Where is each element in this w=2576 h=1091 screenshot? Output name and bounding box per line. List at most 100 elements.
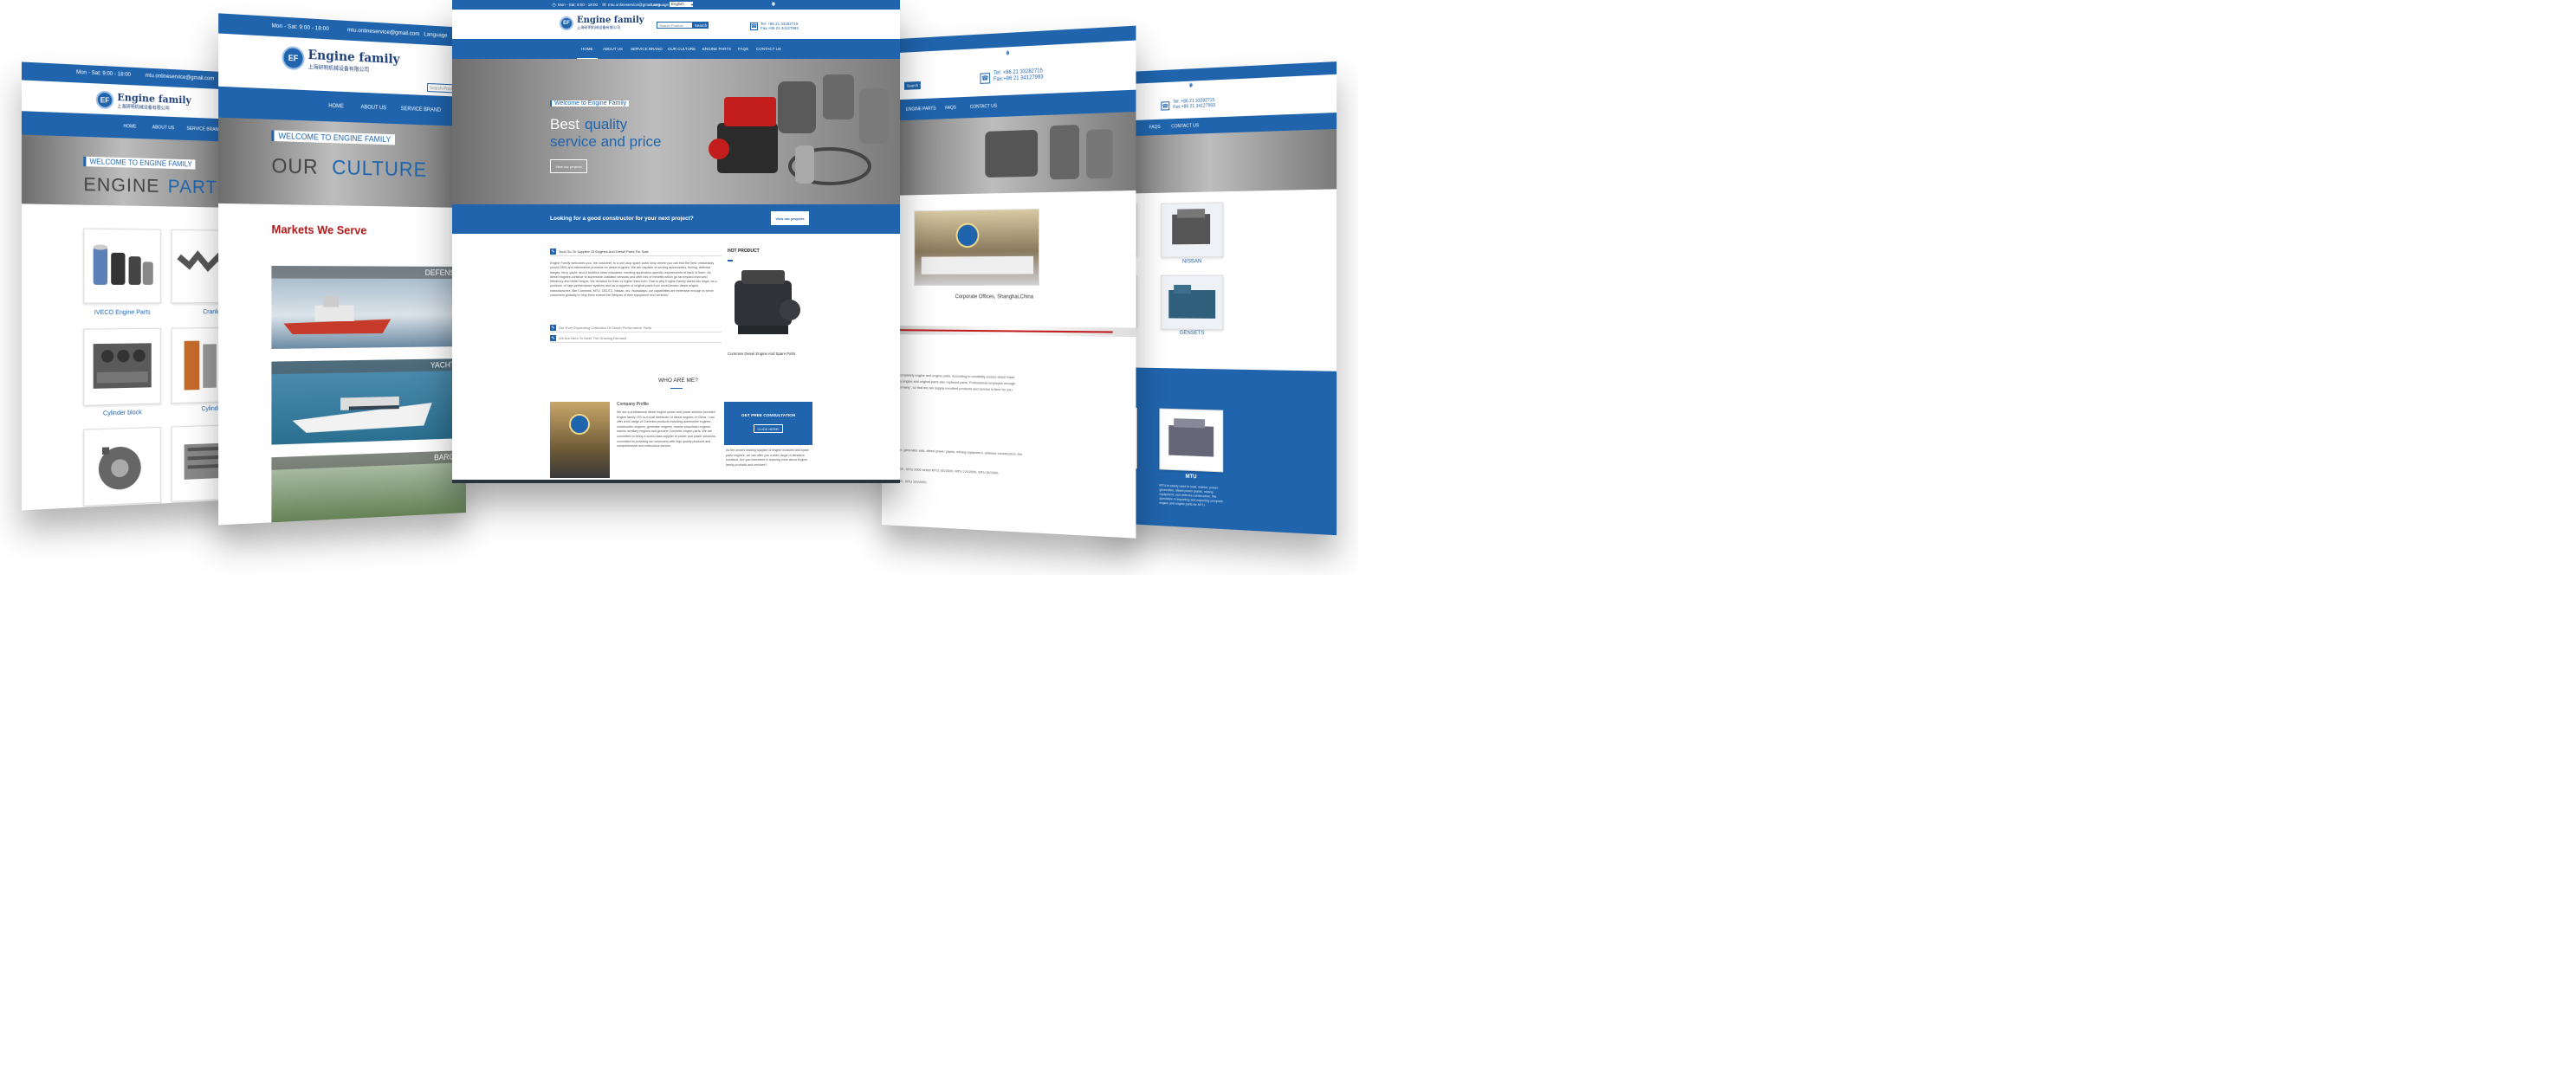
top-bar: ◷ Mon - Sat: 9:00 - 18:00 ✉ mtu.onlinese…: [452, 0, 900, 10]
hero-headline-c: service and price: [550, 133, 662, 151]
welcome-badge: Welcome to Engine Family: [550, 100, 629, 107]
product-label[interactable]: IVECO Engine Parts: [83, 309, 160, 316]
accordion-item[interactable]: ✎ We Are Here To Meet The Growing Demand: [550, 334, 722, 343]
footer-strip: [452, 480, 900, 483]
who-title-underline: [670, 388, 683, 389]
fax-text: Fax:+86 21 34127993: [994, 74, 1044, 82]
accordion: ✎ Your Go-To Supplier Of Engines And Die…: [550, 248, 722, 346]
nav-engine-parts[interactable]: ENGINE PARTS: [906, 98, 936, 120]
product-card-nissan[interactable]: [1161, 202, 1223, 257]
accordion-item[interactable]: ✎ Our Ever-Expanding Collection Of Diese…: [550, 324, 722, 332]
hero-headline-a: Best: [550, 116, 579, 133]
chevron-down-icon[interactable]: ▼: [689, 2, 695, 7]
clock-icon: ◷: [551, 2, 557, 8]
hero-title-b: CULTURE: [332, 156, 427, 182]
cta-button[interactable]: View our projects: [771, 211, 809, 225]
welcome-badge: WELCOME TO ENGINE FAMILY: [271, 130, 395, 145]
phone-icon: ☎: [750, 23, 758, 30]
email-text[interactable]: mtu.onlineservice@gmail.com: [146, 74, 214, 82]
nav-about[interactable]: ABOUT US: [360, 93, 386, 124]
product-label[interactable]: NISSAN: [1161, 259, 1223, 265]
view-projects-button[interactable]: View our projects: [550, 159, 587, 173]
market-card-defense[interactable]: DEFENSE: [271, 266, 466, 349]
product-label[interactable]: Cylinder block: [83, 410, 160, 418]
linkedin-icon[interactable]: in: [1188, 83, 1194, 88]
nav-home[interactable]: HOME: [577, 39, 598, 59]
page-about-us: f t g p in Search ☎ Tel: +86 21 33282715…: [882, 26, 1136, 539]
nav-faqs[interactable]: FAQS: [1149, 119, 1161, 136]
hours-text: Mon - Sat: 9:00 - 18:00: [76, 70, 131, 78]
logo-text-cn: 上海研明机械设备有限公司: [577, 25, 644, 30]
nav-service-brand[interactable]: SERVICE BRAND: [187, 118, 222, 142]
search-input[interactable]: Search Product: [657, 22, 693, 29]
mtu-engine-image: [1160, 410, 1222, 472]
cta-text: Looking for a good constructor for your …: [550, 216, 694, 222]
profile-title: Company Profile: [617, 402, 649, 407]
gear-pump-image: [84, 428, 159, 506]
welcome-badge: WELCOME TO ENGINE FAMILY: [83, 157, 195, 170]
nav-home[interactable]: HOME: [328, 91, 344, 122]
nav-contact[interactable]: CONTACT US: [756, 39, 781, 59]
consult-button[interactable]: CLICK HERE!: [754, 424, 783, 433]
main-nav: HOME ABOUT US SERVICE BRAND OUR CULTURE …: [452, 39, 900, 59]
cummins-engine-image[interactable]: [726, 261, 812, 348]
product-card-iveco[interactable]: [83, 229, 160, 304]
nav-service-brand[interactable]: SERVICE BRAND: [631, 39, 663, 59]
nav-faqs[interactable]: FAQS: [945, 97, 956, 119]
search-button[interactable]: Search: [693, 22, 709, 29]
nav-engine-parts[interactable]: ENGINE PARTS: [702, 39, 731, 59]
site-logo[interactable]: EF Engine family 上海研明机械设备有限公司: [282, 46, 400, 74]
cylinder-block-image: [84, 329, 159, 405]
top-bar: [1110, 61, 1337, 85]
nav-service-brand[interactable]: SERVICE BRAND: [401, 94, 441, 126]
nav-home[interactable]: HOME: [123, 115, 136, 139]
company-photo: [550, 402, 610, 478]
product-card-mtu[interactable]: [1159, 409, 1223, 473]
patrol-boat-image: [281, 293, 408, 338]
nissan-engine-image: [1162, 203, 1222, 257]
fax-text: Fax:+86 21 34127993: [761, 26, 799, 30]
page-engine-parts: Mon - Sat: 9:00 - 18:00 mtu.onlineservic…: [22, 61, 241, 510]
search-button[interactable]: Search: [904, 81, 921, 90]
product-label[interactable]: MTU: [1159, 473, 1223, 481]
page-our-culture: Mon - Sat: 9:00 - 18:00 mtu.onlineservic…: [218, 13, 466, 525]
nav-our-culture[interactable]: OUR CULTURE: [668, 39, 696, 59]
market-card-barge[interactable]: BARGE: [271, 450, 466, 525]
nav-contact[interactable]: CONTACT US: [970, 95, 997, 118]
edit-icon: ✎: [550, 325, 556, 331]
engine-parts-banner-image: [980, 118, 1127, 190]
hero-title-a: ENGINE: [83, 174, 159, 197]
product-label[interactable]: GENSETS: [1161, 331, 1223, 337]
product-card-cylinder-block[interactable]: [83, 328, 160, 406]
nav-about[interactable]: ABOUT US: [603, 39, 623, 59]
hot-product-title: HOT PRODUCT: [728, 249, 760, 254]
product-card-oil-pump[interactable]: [83, 427, 160, 507]
nav-faqs[interactable]: FAQS: [738, 39, 748, 59]
fax-text: Fax:+86 21 34127993: [1173, 103, 1215, 110]
nav-contact[interactable]: CONTACT US: [1171, 118, 1199, 134]
market-card-yachts[interactable]: YACHTS: [271, 358, 466, 445]
hero-headline-b: quality: [585, 116, 627, 133]
accordion-item-open[interactable]: ✎ Your Go-To Supplier Of Engines And Die…: [550, 248, 722, 256]
accordion-title: Our Ever-Expanding Collection Of Diesel …: [559, 326, 651, 330]
hours-text: Mon - Sat: 9:00 - 18:00: [271, 23, 328, 32]
hero-banner: [882, 112, 1136, 196]
accordion-body: Engine Family welcomes you, the customer…: [550, 261, 720, 298]
gallery-slider[interactable]: [882, 326, 1136, 337]
hot-product-caption[interactable]: Cummins Diesel Engine And Spare Parts: [728, 352, 795, 356]
site-logo[interactable]: EF Engine family 上海研明机械设备有限公司: [560, 16, 644, 30]
top-bar: Mon - Sat: 9:00 - 18:00 mtu.onlineservic…: [218, 13, 466, 47]
cta-banner: Looking for a good constructor for your …: [452, 204, 900, 234]
email-text[interactable]: mtu.onlineservice@gmail.com: [347, 27, 420, 37]
page-home: ◷ Mon - Sat: 9:00 - 18:00 ✉ mtu.onlinese…: [452, 0, 900, 483]
about-text: ng for MTU completely engine and engine …: [882, 372, 1136, 378]
genset-image: [1162, 276, 1222, 330]
linkedin-icon[interactable]: in: [1006, 50, 1011, 55]
linkedin-icon[interactable]: in: [771, 2, 776, 7]
hero-banner: Welcome to Engine Family Best quality se…: [452, 59, 900, 204]
site-logo[interactable]: EF Engine family 上海研明机械设备有限公司: [96, 91, 191, 113]
office-caption: Corporate Offices, Shanghai,China: [955, 294, 1033, 300]
nav-about[interactable]: ABOUT US: [152, 116, 174, 139]
logo-icon: EF: [282, 46, 305, 70]
product-card-gensets[interactable]: [1161, 275, 1223, 331]
